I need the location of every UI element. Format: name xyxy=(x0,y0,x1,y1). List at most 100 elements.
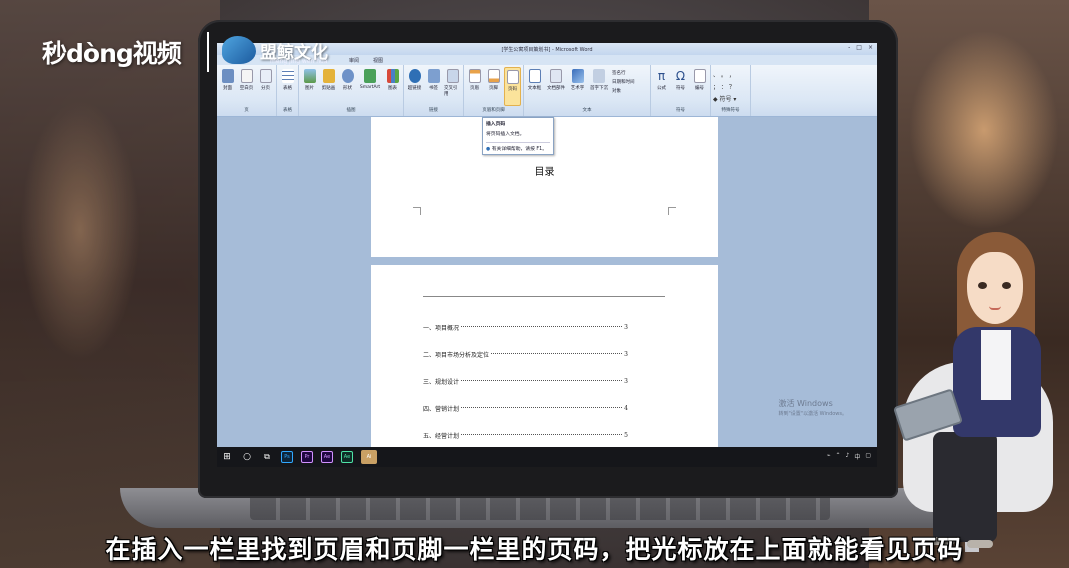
document-page-2[interactable]: 一、项目概况 3 二、项目市场分析及定位 3 三、规划设计 3 四、营销计划 4 五、经… xyxy=(371,265,718,465)
page-number-icon xyxy=(506,70,519,84)
symbol-button[interactable]: Ω 符号 xyxy=(672,67,689,106)
footer-button[interactable]: 页脚 xyxy=(485,67,502,106)
miaodong-logo: 秒dòng视频 xyxy=(42,39,182,68)
tooltip-help: ● 有关详细帮助，请按 F1。 xyxy=(486,147,548,152)
hyperlink-icon xyxy=(408,69,421,83)
photoshop-icon[interactable]: Ps xyxy=(281,451,293,463)
equation-button[interactable]: π 公式 xyxy=(653,67,670,106)
toc-entry[interactable]: 一、项目概况 3 xyxy=(423,323,628,332)
group-label-links: 链接 xyxy=(429,108,438,113)
margin-corner xyxy=(668,207,676,215)
whale-icon xyxy=(222,36,256,64)
page-number-button[interactable]: 页码 xyxy=(504,67,521,106)
chevron-up-icon[interactable]: ⌃ xyxy=(835,452,840,461)
clipart-button[interactable]: 剪贴画 xyxy=(320,67,337,106)
group-label-symbols: 符号 xyxy=(676,108,685,113)
textbox-icon xyxy=(528,69,541,83)
toc-entry[interactable]: 四、营销计划 4 xyxy=(423,404,628,413)
toc-entry[interactable]: 三、规划设计 3 xyxy=(423,377,628,386)
after-effects-icon[interactable]: Ae xyxy=(321,451,333,463)
ribbon-group-pages: 封面 空白页 分页 页 xyxy=(217,65,277,116)
header-rule xyxy=(423,296,665,297)
tab-review[interactable]: 审阅 xyxy=(349,57,359,64)
chart-icon xyxy=(386,69,399,83)
omega-icon: Ω xyxy=(675,69,686,83)
group-label-illustrations: 插图 xyxy=(346,108,356,113)
pi-icon: π xyxy=(657,69,666,83)
eye xyxy=(978,282,987,289)
clipart-icon xyxy=(322,69,335,83)
table-icon xyxy=(281,69,294,83)
footer-icon xyxy=(487,69,500,83)
ribbon-group-text: 文本框 文档部件 艺术字 首字下沉 签名行 日期和时间 对象 文本 xyxy=(524,65,651,116)
active-app-icon[interactable]: Ai xyxy=(361,450,377,464)
avatar-blouse xyxy=(981,330,1011,400)
bookmark-icon xyxy=(427,69,440,83)
cover-page-button[interactable]: 封面 xyxy=(219,67,236,106)
drop-cap-button[interactable]: 首字下沉 xyxy=(588,67,610,106)
picture-button[interactable]: 图片 xyxy=(301,67,318,106)
windows-taskbar: ⊞ ○ ⧉ Ps Pr Ae Ae Ai ⌁ ⌃ ♪ 中 ▢ xyxy=(217,447,877,467)
numbering-button[interactable]: 编号 xyxy=(691,67,708,106)
date-time-button[interactable]: 日期和时间 xyxy=(612,79,648,85)
picture-icon xyxy=(303,69,316,83)
start-icon[interactable]: ⊞ xyxy=(221,451,233,463)
shapes-button[interactable]: 形状 xyxy=(339,67,356,106)
group-label-text: 文本 xyxy=(582,108,592,113)
hyperlink-button[interactable]: 超链接 xyxy=(406,67,423,106)
signature-line-button[interactable]: 签名行 xyxy=(612,70,648,76)
ribbon-group-illustrations: 图片 剪贴画 形状 SmartArt 图表 插图 xyxy=(299,65,404,116)
search-icon[interactable]: ○ xyxy=(241,451,253,463)
ime-icon[interactable]: 中 xyxy=(854,452,860,461)
text-small-buttons: 签名行 日期和时间 对象 xyxy=(612,67,648,106)
group-label-table: 表格 xyxy=(283,108,292,113)
logo-divider xyxy=(207,32,209,72)
chart-button[interactable]: 图表 xyxy=(384,67,401,106)
smartart-button[interactable]: SmartArt xyxy=(358,67,382,106)
ribbon-group-header-footer: 页眉 页脚 页码 页眉和页脚 xyxy=(464,65,524,116)
task-view-icon[interactable]: ⧉ xyxy=(261,451,273,463)
table-button[interactable]: 表格 xyxy=(279,67,296,106)
cross-reference-icon xyxy=(446,69,459,83)
video-subtitle: 在插入一栏里找到页眉和页脚一栏里的页码，把光标放在上面就能看见页码 xyxy=(105,535,964,564)
blank-page-icon xyxy=(240,69,253,83)
ribbon-group-symbols: π 公式 Ω 符号 编号 符号 xyxy=(651,65,711,116)
smartart-icon xyxy=(364,69,376,83)
toc-title: 目录 xyxy=(534,167,555,178)
tab-view[interactable]: 视图 xyxy=(373,57,383,64)
page-break-button[interactable]: 分页 xyxy=(257,67,274,106)
volume-icon[interactable]: ♪ xyxy=(845,452,849,461)
mengjing-logo-subtext: meng jing wen hua xyxy=(270,58,328,65)
toc-entry[interactable]: 二、项目市场分析及定位 3 xyxy=(423,350,628,359)
notification-icon[interactable]: ▢ xyxy=(865,452,871,461)
header-button[interactable]: 页眉 xyxy=(466,67,483,106)
textbox-button[interactable]: 文本框 xyxy=(526,67,543,106)
group-label-special-symbols: 特殊符号 xyxy=(721,108,740,113)
maximize-button[interactable]: □ xyxy=(856,44,862,51)
cross-reference-button[interactable]: 交叉引用 xyxy=(444,67,461,106)
system-tray: ⌁ ⌃ ♪ 中 ▢ xyxy=(827,452,871,461)
tooltip-description: 将页码插入文档。 xyxy=(486,132,525,137)
minimize-button[interactable]: - xyxy=(848,44,850,51)
ribbon: 封面 空白页 分页 页 表格 表格 图片 剪贴画 形状 SmartArt 图表 … xyxy=(217,65,877,117)
animate-icon[interactable]: Ae xyxy=(341,451,353,463)
wordart-icon xyxy=(571,69,584,83)
special-symbols-icon[interactable]: 、 。 ，； ： ？ ◆ 符号 ▾ xyxy=(713,67,747,106)
wordart-button[interactable]: 艺术字 xyxy=(569,67,586,106)
network-icon[interactable]: ⌁ xyxy=(827,452,831,461)
avatar-legs xyxy=(933,432,997,542)
premiere-icon[interactable]: Pr xyxy=(301,451,313,463)
page-number-tooltip: 插入页码 将页码插入文档。 ● 有关详细帮助，请按 F1。 xyxy=(482,117,554,155)
close-button[interactable]: × xyxy=(868,44,873,51)
window-controls: - □ × xyxy=(848,44,873,51)
cover-page-icon xyxy=(221,69,234,83)
object-button[interactable]: 对象 xyxy=(612,88,648,94)
document-area[interactable]: 目录 一、项目概况 3 二、项目市场分析及定位 3 三、规划设计 3 四、营销计划 4 … xyxy=(217,117,877,465)
header-icon xyxy=(468,69,481,83)
blank-page-button[interactable]: 空白页 xyxy=(238,67,255,106)
tooltip-title: 插入页码 xyxy=(486,122,506,127)
toc-entry[interactable]: 五、经营计划 5 xyxy=(423,431,628,440)
quick-parts-button[interactable]: 文档部件 xyxy=(545,67,567,106)
shapes-icon xyxy=(341,69,354,83)
bookmark-button[interactable]: 书签 xyxy=(425,67,442,106)
